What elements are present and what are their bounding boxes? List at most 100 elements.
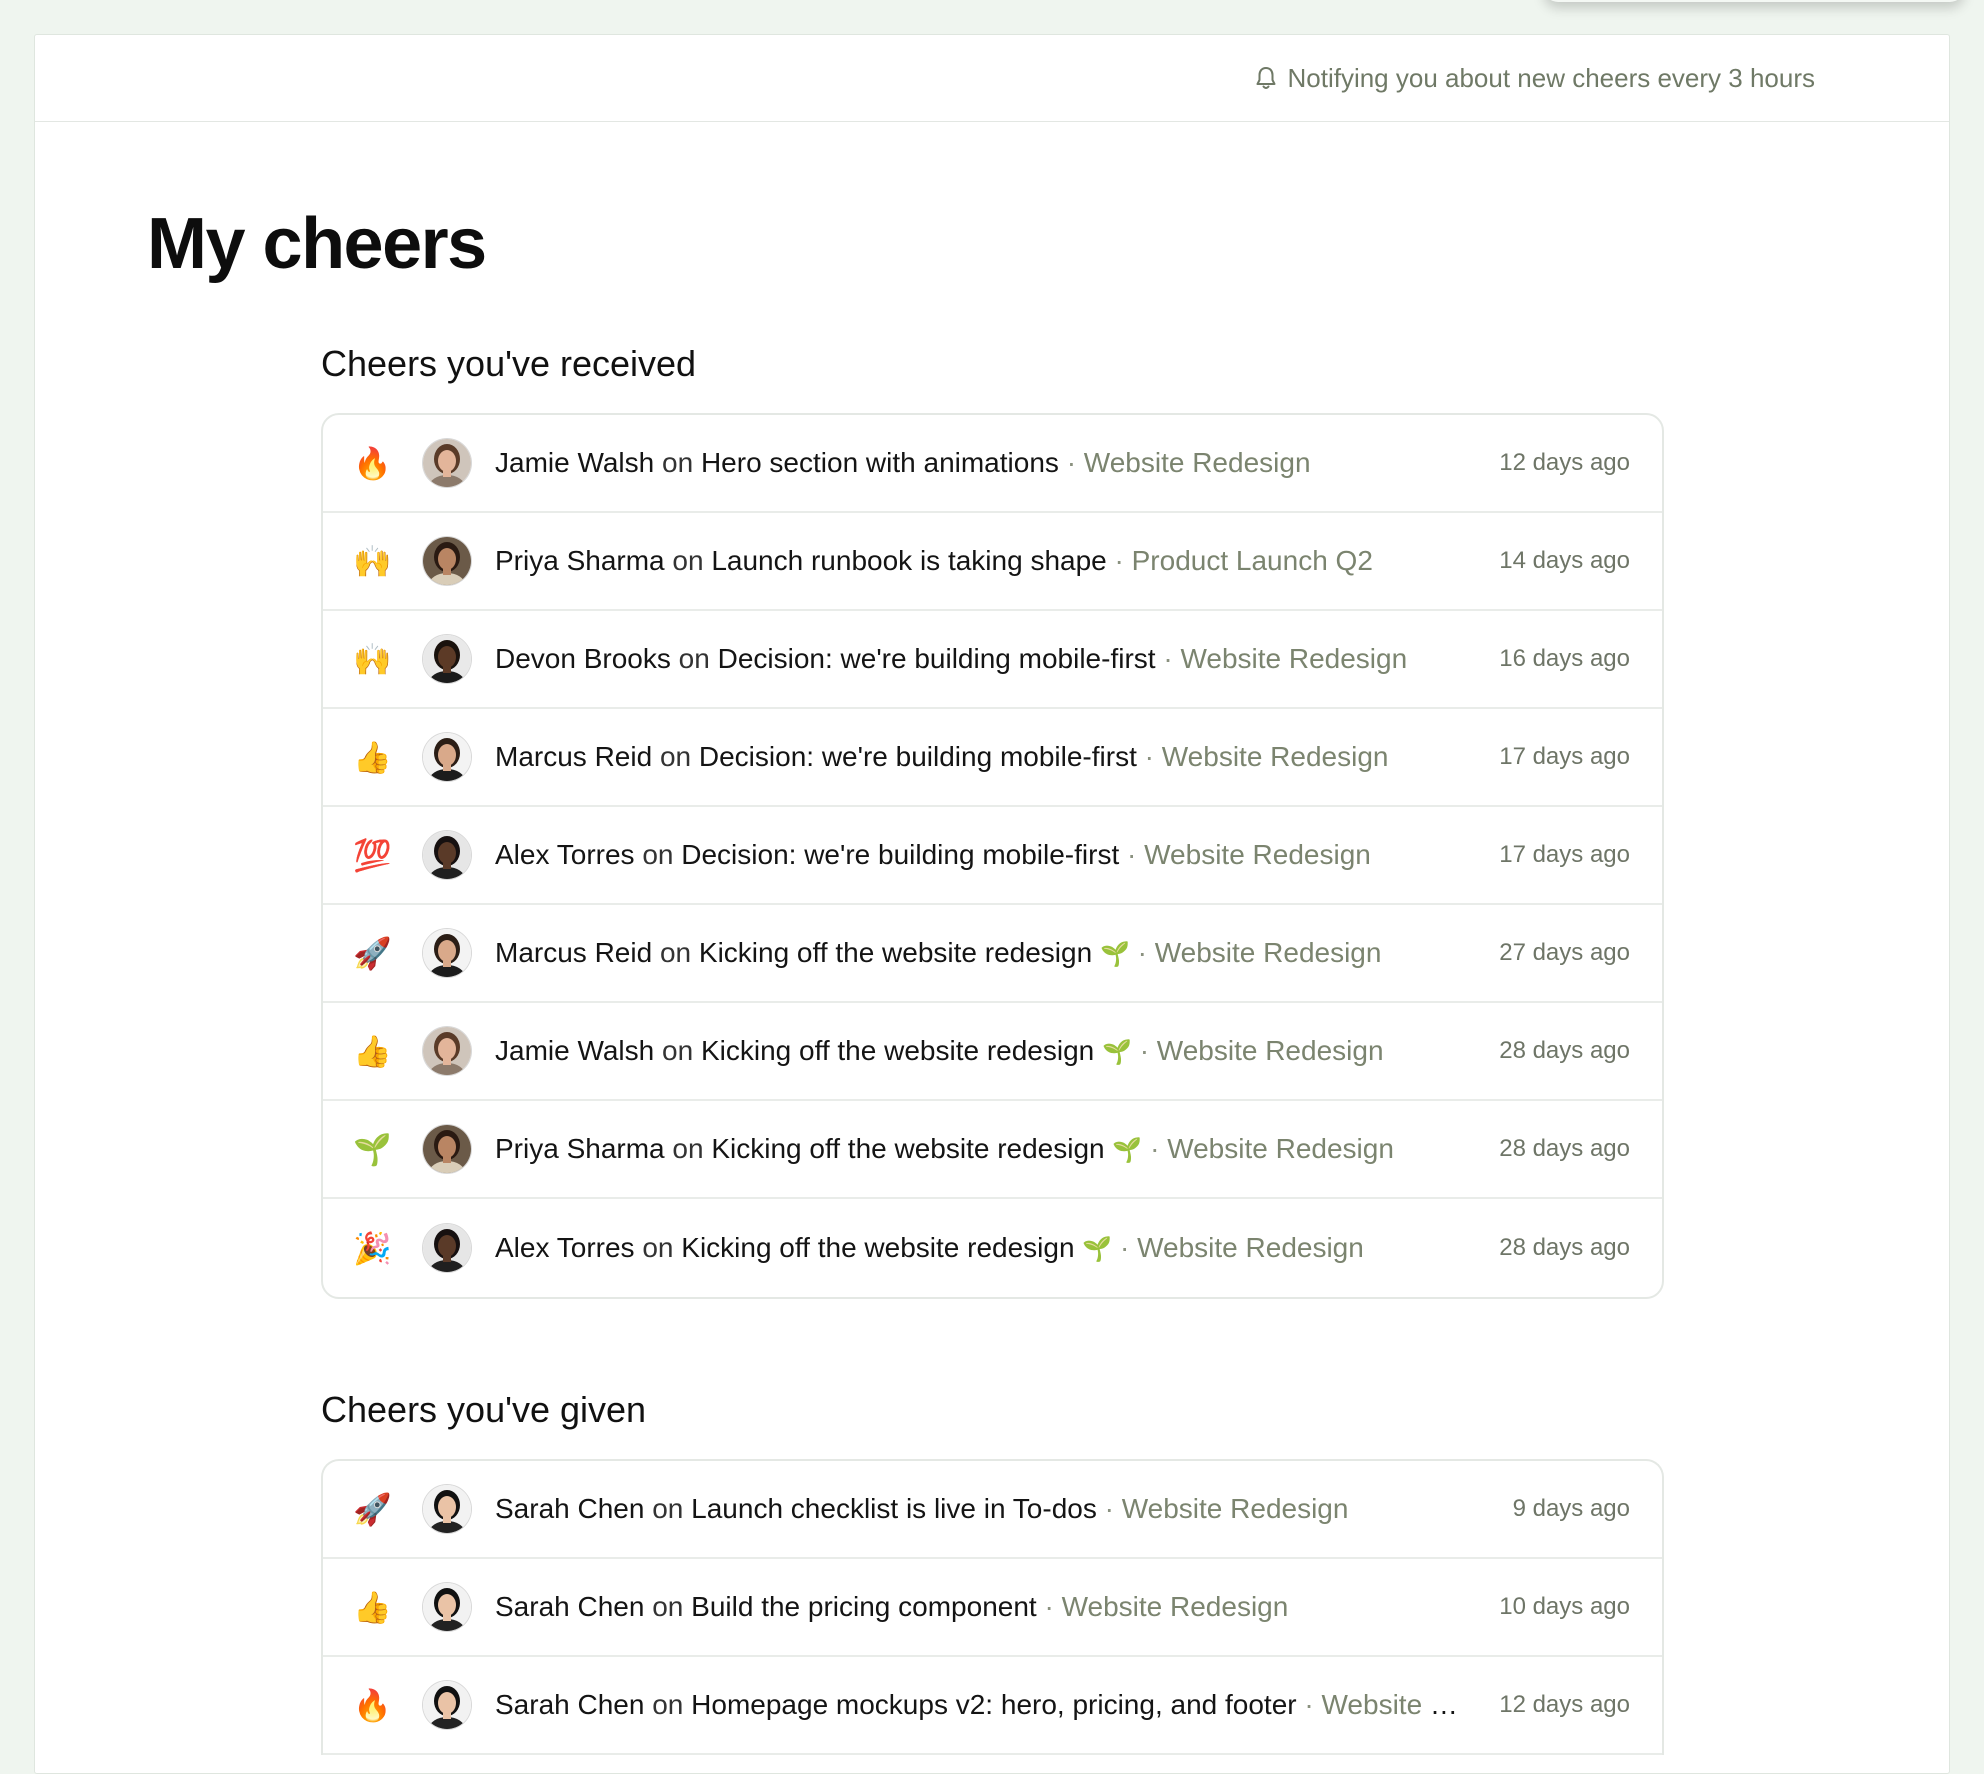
person-name[interactable]: Jamie Walsh (495, 447, 654, 478)
project-name[interactable]: Website Redesign (1155, 937, 1382, 968)
cheer-emoji: 🔥 (353, 445, 392, 481)
cheer-emoji: 👍 (353, 1589, 392, 1625)
notification-setting[interactable]: Notifying you about new cheers every 3 h… (1255, 63, 1815, 94)
post-title[interactable]: Decision: we're building mobile-first (699, 741, 1137, 772)
cheer-text: Jamie Walsh on Kicking off the website r… (495, 1035, 1460, 1067)
project-name[interactable]: Website Redesign (1144, 839, 1371, 870)
timestamp: 28 days ago (1499, 1135, 1630, 1162)
project-name[interactable]: Website Redesign (1157, 1035, 1384, 1066)
person-photo (423, 537, 471, 585)
cheer-row[interactable]: 🔥 Sarah Chen on Homepage mockups v2: her… (323, 1657, 1662, 1755)
person-name[interactable]: Alex Torres (495, 839, 635, 870)
person-photo (423, 929, 471, 977)
given-cheers-list: 🚀 Sarah Chen on Launch checklist is live… (321, 1459, 1664, 1755)
separator-dot: · (1144, 741, 1154, 772)
separator-dot: · (1137, 937, 1147, 968)
cheer-row[interactable]: 🚀 Sarah Chen on Launch checklist is live… (323, 1461, 1662, 1559)
project-name[interactable]: Website Redesign (1084, 447, 1311, 478)
person-name[interactable]: Jamie Walsh (495, 1035, 654, 1066)
timestamp: 28 days ago (1499, 1037, 1630, 1064)
person-photo (423, 1485, 471, 1533)
on-word: on (642, 839, 674, 870)
cheer-emoji: 🚀 (353, 1491, 392, 1527)
cheer-text: Jamie Walsh on Hero section with animati… (495, 447, 1460, 479)
avatar (423, 1583, 471, 1631)
project-name[interactable]: Website Redesign (1162, 741, 1389, 772)
on-word: on (642, 1232, 674, 1263)
cheer-row[interactable]: 🌱 Priya Sharma on Kicking off the websit… (323, 1101, 1662, 1199)
separator-dot: · (1104, 1493, 1114, 1524)
post-title[interactable]: Launch runbook is taking shape (711, 545, 1106, 576)
timestamp: 17 days ago (1499, 743, 1630, 770)
project-name[interactable]: Website Redesign (1167, 1133, 1394, 1164)
person-name[interactable]: Sarah Chen (495, 1689, 644, 1720)
person-name[interactable]: Devon Brooks (495, 643, 671, 674)
post-title[interactable]: Launch checklist is live in To-dos (691, 1493, 1097, 1524)
post-emoji: 🌱 (1112, 1137, 1143, 1164)
cheer-text: Sarah Chen on Build the pricing componen… (495, 1591, 1460, 1623)
cheer-emoji: 🌱 (353, 1131, 392, 1167)
project-name[interactable]: Website Redesign (1180, 643, 1407, 674)
top-bar: Notifying you about new cheers every 3 h… (35, 35, 1949, 122)
project-name[interactable]: Product Launch Q2 (1132, 545, 1373, 576)
project-name[interactable]: Website Redesign (1062, 1591, 1289, 1622)
cheers-content: Cheers you've received 🔥 Jamie Walsh on … (321, 341, 1664, 1755)
cheer-row[interactable]: 👍 Sarah Chen on Build the pricing compon… (323, 1559, 1662, 1657)
person-name[interactable]: Sarah Chen (495, 1493, 644, 1524)
cheer-row[interactable]: 🎉 Alex Torres on Kicking off the website… (323, 1199, 1662, 1297)
cheer-row[interactable]: 👍 Marcus Reid on Decision: we're buildin… (323, 709, 1662, 807)
on-word: on (652, 1493, 684, 1524)
bell-icon (1256, 67, 1276, 89)
notification-text: Notifying you about new cheers every 3 h… (1287, 62, 1815, 93)
person-photo (423, 1125, 471, 1173)
cheer-text: Alex Torres on Kicking off the website r… (495, 1232, 1460, 1264)
project-name[interactable]: Website Redesign (1322, 1689, 1461, 1720)
cheer-row[interactable]: 🔥 Jamie Walsh on Hero section with anima… (323, 415, 1662, 513)
person-photo (423, 1583, 471, 1631)
separator-dot: · (1114, 545, 1124, 576)
avatar (423, 1485, 471, 1533)
cheer-row[interactable]: 💯 Alex Torres on Decision: we're buildin… (323, 807, 1662, 905)
post-emoji: 🌱 (1099, 941, 1130, 968)
cheer-emoji: 🔥 (353, 1687, 392, 1723)
person-photo (423, 635, 471, 683)
post-title[interactable]: Kicking off the website redesign (681, 1232, 1074, 1263)
menu-shadow (1544, 0, 1964, 2)
on-word: on (659, 741, 692, 772)
post-title[interactable]: Homepage mockups v2: hero, pricing, and … (691, 1689, 1296, 1720)
cheer-row[interactable]: 👍 Jamie Walsh on Kicking off the website… (323, 1003, 1662, 1101)
timestamp: 16 days ago (1499, 645, 1630, 672)
post-title[interactable]: Hero section with animations (701, 447, 1059, 478)
on-word: on (662, 447, 694, 478)
person-name[interactable]: Priya Sharma (495, 545, 665, 576)
cheer-row[interactable]: 🙌 Devon Brooks on Decision: we're buildi… (323, 611, 1662, 709)
post-title[interactable]: Kicking off the website redesign (701, 1035, 1094, 1066)
person-name[interactable]: Priya Sharma (495, 1133, 665, 1164)
person-name[interactable]: Marcus Reid (495, 741, 652, 772)
person-name[interactable]: Alex Torres (495, 1232, 635, 1263)
person-photo (423, 831, 471, 879)
on-word: on (662, 1035, 694, 1066)
project-name[interactable]: Website Redesign (1137, 1232, 1364, 1263)
cheer-text: Priya Sharma on Kicking off the website … (495, 1133, 1460, 1165)
post-title[interactable]: Kicking off the website redesign (711, 1133, 1104, 1164)
post-title[interactable]: Build the pricing component (691, 1591, 1037, 1622)
on-word: on (678, 643, 710, 674)
person-photo (423, 1027, 471, 1075)
cheer-text: Alex Torres on Decision: we're building … (495, 839, 1460, 871)
avatar (423, 1125, 471, 1173)
timestamp: 9 days ago (1512, 1495, 1630, 1522)
person-name[interactable]: Sarah Chen (495, 1591, 644, 1622)
cheer-row[interactable]: 🙌 Priya Sharma on Launch runbook is taki… (323, 513, 1662, 611)
cheer-text: Sarah Chen on Homepage mockups v2: hero,… (495, 1689, 1460, 1721)
post-title[interactable]: Kicking off the website redesign (699, 937, 1092, 968)
page-title: My cheers (147, 204, 487, 284)
person-name[interactable]: Marcus Reid (495, 937, 652, 968)
project-name[interactable]: Website Redesign (1122, 1493, 1349, 1524)
separator-dot: · (1139, 1035, 1150, 1066)
post-title[interactable]: Decision: we're building mobile-first (681, 839, 1119, 870)
post-title[interactable]: Decision: we're building mobile-first (718, 643, 1156, 674)
cheer-text: Devon Brooks on Decision: we're building… (495, 643, 1460, 675)
person-photo (423, 1681, 471, 1729)
cheer-row[interactable]: 🚀 Marcus Reid on Kicking off the website… (323, 905, 1662, 1003)
